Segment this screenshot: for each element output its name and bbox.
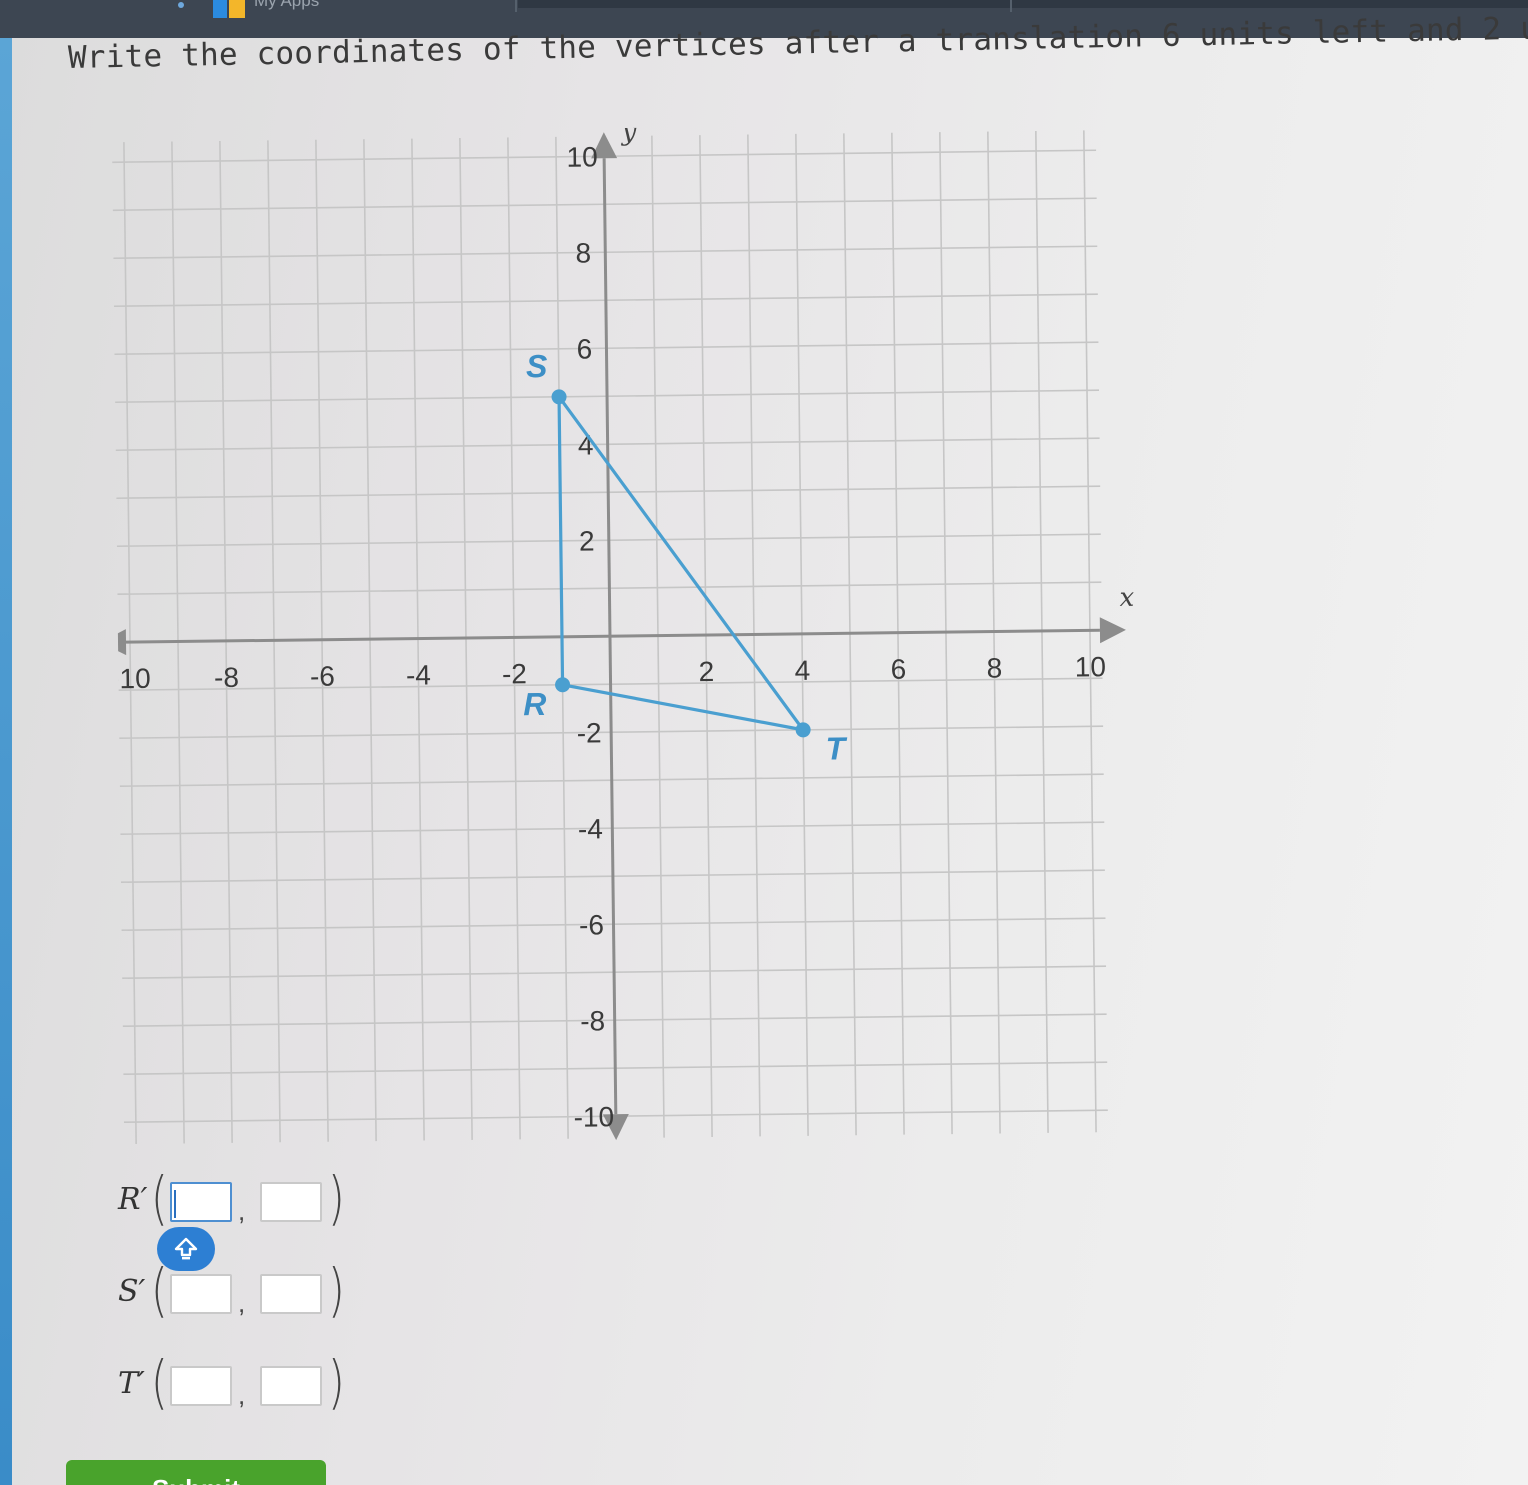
r-prime-x-input[interactable] [170, 1182, 232, 1222]
x-tick-label: -10 [112, 663, 151, 694]
s-prime-y-input[interactable] [260, 1274, 322, 1314]
y-tick-label: 6 [576, 333, 592, 364]
my-apps-icon[interactable] [213, 0, 245, 18]
answer-row-t: T′ ( , ) [118, 1348, 378, 1416]
x-tick-label: 8 [986, 652, 1002, 683]
x-tick-label: -8 [214, 662, 239, 693]
submit-button[interactable]: Submit [66, 1460, 326, 1485]
comma: , [238, 1288, 246, 1318]
y-tick-label: -10 [573, 1101, 614, 1132]
comma: , [238, 1196, 246, 1226]
t-prime-x-input[interactable] [170, 1366, 232, 1406]
y-tick-label: -8 [580, 1005, 605, 1036]
open-paren: ( [150, 1348, 168, 1416]
x-tick-label: 10 [1075, 651, 1107, 682]
answer-row-r: R′ ( , ) [118, 1164, 378, 1232]
x-axis-arrow-left-icon [111, 629, 127, 656]
x-axis-label: x [1119, 583, 1134, 613]
top-bar-right-section [518, 0, 1528, 8]
coordinate-graph: xy -10 -8 -6 -4 -2 2 4 6 8 10 10 8 6 4 2 -2 -4 -6 -8 -10 RS… [111, 122, 1144, 1154]
y-tick-label: -6 [579, 909, 604, 940]
vertex-label-t: T [825, 730, 847, 766]
keypad-toggle-button[interactable] [157, 1227, 215, 1271]
close-paren: ) [327, 1256, 345, 1324]
vertex-label-r: R [523, 686, 547, 722]
r-prime-y-input[interactable] [260, 1182, 322, 1222]
answer-row-s: S′ ( , ) [118, 1256, 378, 1324]
x-tick-label: 2 [698, 656, 714, 687]
x-tick-label: 6 [890, 654, 906, 685]
t-prime-y-input[interactable] [260, 1366, 322, 1406]
status-dot-icon [178, 2, 184, 8]
open-paren: ( [150, 1164, 168, 1232]
y-tick-label: 8 [575, 237, 591, 268]
my-apps-link[interactable]: My Apps [254, 0, 319, 11]
x-tick-label: -2 [502, 658, 527, 689]
graph-svg: xy -10 -8 -6 -4 -2 2 4 6 8 10108642-2-4-6-8-10 RS… [111, 122, 1135, 1145]
top-bar-divider [1010, 0, 1012, 12]
close-paren: ) [327, 1348, 345, 1416]
triangle-rst [557, 395, 805, 732]
x-axis-line [125, 628, 1100, 644]
y-tick-label: -2 [577, 717, 602, 748]
s-prime-x-input[interactable] [170, 1274, 232, 1314]
page: My Apps Write the coordinates of the ver… [0, 0, 1528, 1485]
x-axis-arrow-right-icon [1099, 617, 1126, 644]
keyboard-toggle-icon [174, 1237, 198, 1260]
y-tick-label: 10 [566, 141, 598, 172]
x-tick-label: -6 [310, 661, 335, 692]
y-axis-label: y [621, 122, 637, 147]
close-paren: ) [327, 1164, 345, 1232]
text-cursor [174, 1190, 176, 1218]
answer-label-s: S′ [118, 1274, 146, 1309]
top-bar-divider [515, 0, 517, 12]
y-tick-label: -4 [578, 813, 603, 844]
answer-label-r: R′ [118, 1182, 148, 1217]
vertex-label-s: S [526, 348, 548, 384]
side-accent-strip [0, 38, 12, 1485]
answer-label-t: T′ [118, 1366, 145, 1401]
x-tick-label: -4 [406, 659, 431, 690]
comma: , [238, 1380, 246, 1410]
vertex-point-r[interactable] [555, 677, 571, 693]
y-tick-label: 2 [579, 525, 595, 556]
x-tick-label: 4 [794, 655, 810, 686]
